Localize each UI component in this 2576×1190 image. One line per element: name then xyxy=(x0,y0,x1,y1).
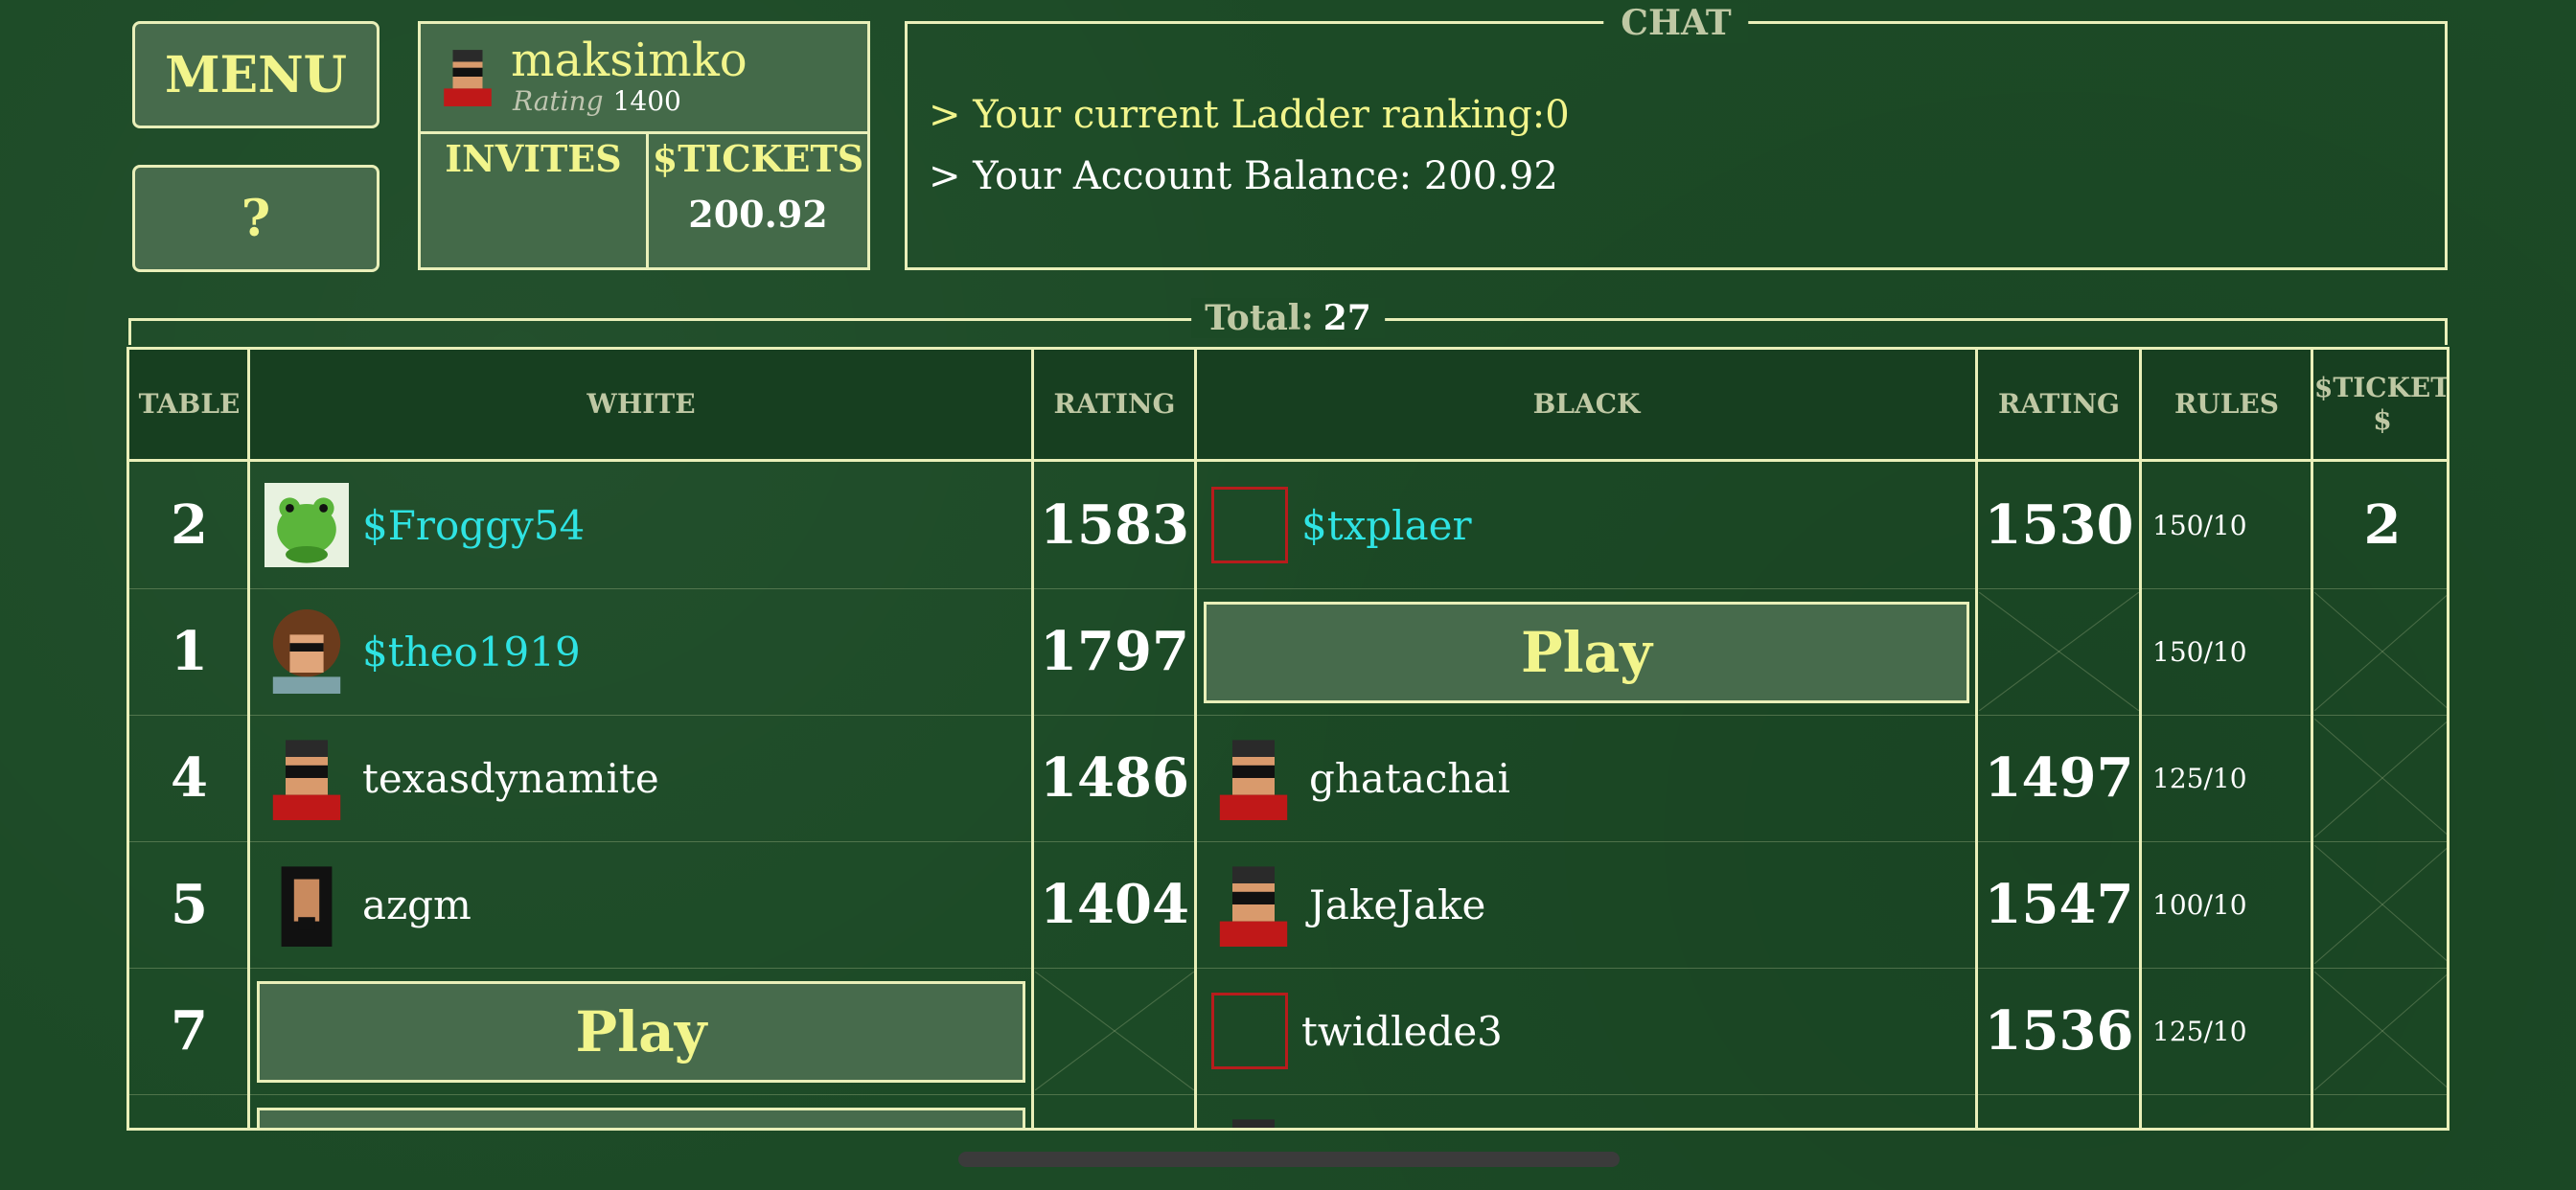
white-player-cell[interactable]: $theo1919 xyxy=(249,588,1033,715)
black-rating: 1536 xyxy=(1984,999,2134,1063)
rules: 125/10 xyxy=(2152,1015,2247,1047)
column-divider xyxy=(1975,350,1978,1128)
unavailable-cross-icon xyxy=(2314,592,2447,711)
black-player-cell[interactable]: twidlede3 xyxy=(1196,968,1977,1094)
black-player-cell[interactable] xyxy=(1196,1094,1977,1128)
horizontal-scrollbar[interactable] xyxy=(958,1152,1620,1167)
total-label: Total: 27 xyxy=(1191,298,1385,338)
table-row[interactable]: 1 $theo1919 1797 Play 150/10 xyxy=(129,588,2447,716)
user-rating: Rating 1400 xyxy=(513,85,681,117)
unavailable-cross-icon xyxy=(2314,719,2447,837)
unavailable-cross-icon xyxy=(1035,972,1194,1090)
rating-value: 1400 xyxy=(612,85,681,117)
white-player-name[interactable]: azgm xyxy=(362,881,472,928)
username: maksimko xyxy=(511,34,748,87)
table-row[interactable] xyxy=(129,1094,2447,1128)
column-divider xyxy=(247,350,250,1128)
profile-panel: maksimko Rating 1400 INVITES $TICKETS 200… xyxy=(418,21,870,270)
white-player-name[interactable]: $theo1919 xyxy=(362,629,581,675)
white-player-cell[interactable]: texasdynamite xyxy=(249,715,1033,841)
tickets-value: 200.92 xyxy=(688,193,828,236)
play-black-button[interactable]: Play xyxy=(1204,602,1969,703)
unavailable-cross-icon xyxy=(2314,972,2447,1090)
black-player-name[interactable]: JakeJake xyxy=(1309,881,1485,928)
table-number: 5 xyxy=(171,873,208,936)
black-player-name[interactable]: twidlede3 xyxy=(1301,1008,1503,1055)
invites-label[interactable]: INVITES xyxy=(421,137,646,180)
chat-message: > Your Account Balance: 200.92 xyxy=(929,154,1558,198)
white-rating: 1797 xyxy=(1040,620,1189,683)
empty-seat-icon xyxy=(1211,993,1288,1069)
profile-header: maksimko Rating 1400 xyxy=(421,24,867,134)
header-tickets: $TICKET $ xyxy=(2313,372,2450,436)
sunglasses-man-avatar-icon xyxy=(1219,740,1288,820)
table-number: 7 xyxy=(171,999,208,1063)
header-black: BLACK xyxy=(1532,388,1641,420)
rating-label: Rating xyxy=(513,85,604,117)
unavailable-cross-icon xyxy=(1979,592,2139,711)
user-avatar-icon xyxy=(444,50,492,106)
long-hair-woman-avatar-icon xyxy=(281,866,333,947)
sunglasses-man-avatar-icon xyxy=(1232,1119,1275,1128)
table-header: TABLE WHITE RATING BLACK RATING RULES $TICKET $ xyxy=(129,350,2447,462)
black-player-cell[interactable]: $txplaer xyxy=(1196,462,1977,588)
rules: 100/10 xyxy=(2152,888,2247,921)
column-divider xyxy=(1031,350,1034,1128)
sunglasses-man-avatar-icon xyxy=(1219,866,1288,947)
white-rating: 1583 xyxy=(1040,493,1189,557)
tickets: 2 xyxy=(2363,493,2402,557)
black-player-name[interactable]: $txplaer xyxy=(1301,502,1472,549)
header-rules: RULES xyxy=(2174,388,2279,420)
rules: 125/10 xyxy=(2152,762,2247,794)
black-player-cell[interactable]: ghatachai xyxy=(1196,715,1977,841)
black-player-name[interactable]: ghatachai xyxy=(1309,755,1510,802)
chat-panel[interactable]: CHAT > Your current Ladder ranking:0 > Y… xyxy=(905,3,2448,270)
column-divider xyxy=(1194,350,1197,1128)
total-bar: Total: 27 xyxy=(128,298,2448,345)
black-rating: 1497 xyxy=(1984,746,2134,810)
white-rating: 1404 xyxy=(1040,873,1189,936)
table-row[interactable]: 7 Play twidlede3 1536 125/10 xyxy=(129,968,2447,1095)
table-row[interactable]: 2 $Froggy54 1583 $txplaer 1530 150/10 2 xyxy=(129,462,2447,589)
header-white: WHITE xyxy=(586,388,696,420)
header-table: TABLE xyxy=(138,388,241,420)
column-divider xyxy=(2311,350,2313,1128)
table-row[interactable]: 5 azgm 1404 JakeJake 1547 100/10 xyxy=(129,841,2447,969)
curly-hair-avatar-icon xyxy=(272,609,341,694)
table-row[interactable]: 4 texasdynamite 1486 ghatachai 1497 125/10 xyxy=(129,715,2447,842)
white-player-cell[interactable]: azgm xyxy=(249,841,1033,968)
black-player-cell[interactable]: JakeJake xyxy=(1196,841,1977,968)
table-number: 2 xyxy=(171,493,208,557)
rules: 150/10 xyxy=(2152,509,2247,541)
empty-seat-icon xyxy=(1211,487,1288,563)
black-rating: 1547 xyxy=(1984,873,2134,936)
frog-avatar-icon xyxy=(264,483,349,567)
white-player-name[interactable]: texasdynamite xyxy=(362,755,659,802)
play-white-button[interactable]: Play xyxy=(257,981,1025,1083)
sunglasses-man-avatar-icon xyxy=(272,740,341,820)
header-white-rating: RATING xyxy=(1053,388,1176,420)
menu-button[interactable]: MENU xyxy=(132,21,380,128)
header-black-rating: RATING xyxy=(1998,388,2120,420)
table-number: 1 xyxy=(171,620,208,683)
white-player-name[interactable]: $Froggy54 xyxy=(362,502,585,549)
table-number: 4 xyxy=(171,746,208,810)
tickets-label[interactable]: $TICKETS xyxy=(649,137,867,180)
play-white-button[interactable] xyxy=(257,1108,1025,1128)
column-divider xyxy=(2139,350,2142,1128)
help-button[interactable]: ? xyxy=(132,165,380,272)
black-rating: 1530 xyxy=(1984,493,2134,557)
total-count: 27 xyxy=(1322,298,1371,338)
games-table: TABLE WHITE RATING BLACK RATING RULES $TICKET $… xyxy=(126,347,2450,1131)
chat-message: > Your current Ladder ranking:0 xyxy=(929,93,1570,137)
chat-title: CHAT xyxy=(1603,3,1749,43)
total-text: Total: xyxy=(1205,298,1314,338)
white-player-cell[interactable]: $Froggy54 xyxy=(249,462,1033,588)
unavailable-cross-icon xyxy=(2314,845,2447,964)
rules: 150/10 xyxy=(2152,635,2247,668)
white-rating: 1486 xyxy=(1040,746,1189,810)
